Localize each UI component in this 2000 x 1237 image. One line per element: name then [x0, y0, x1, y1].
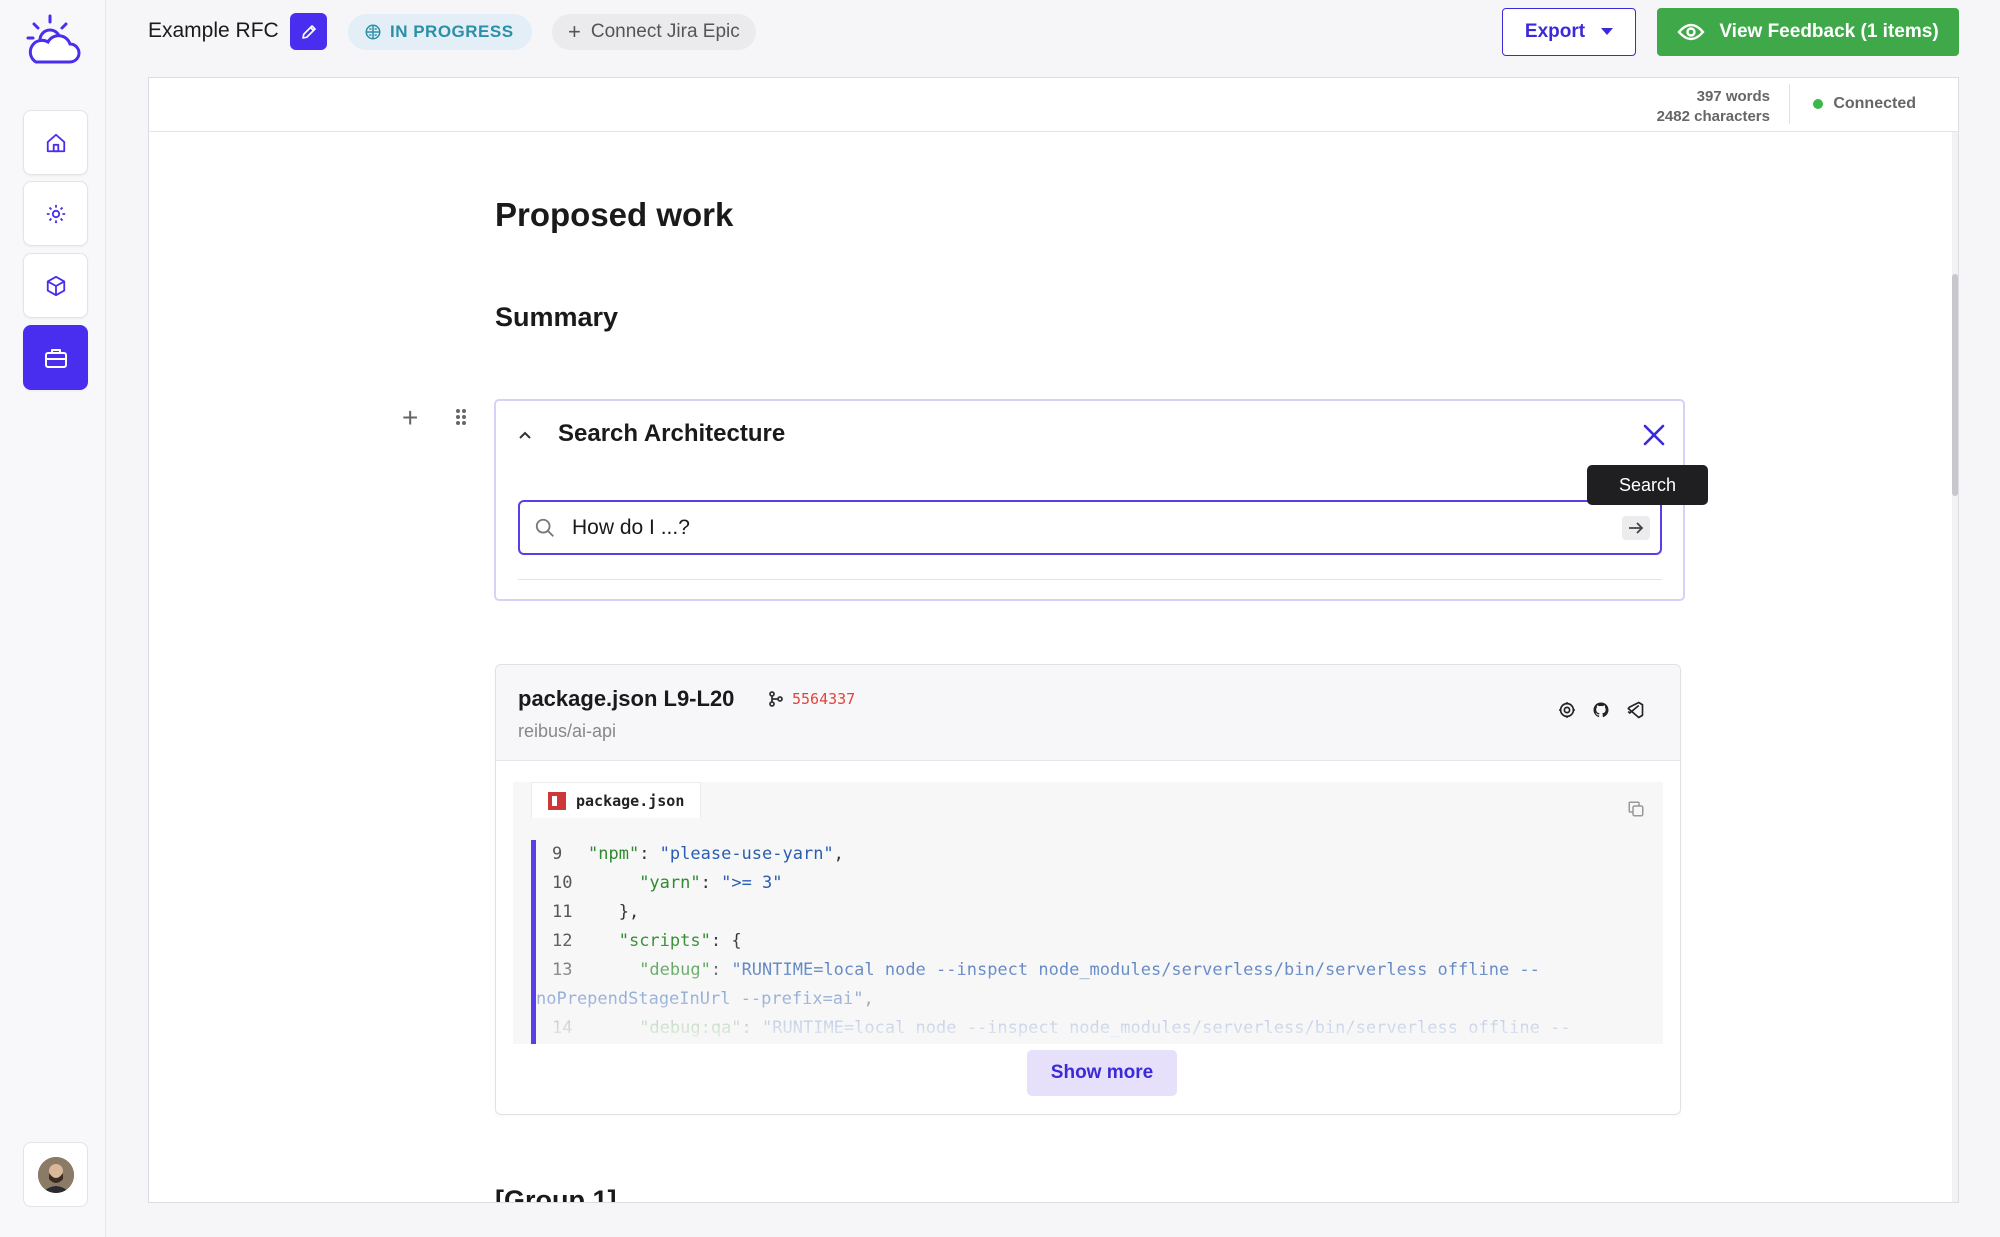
- words-count: 397 words: [1696, 88, 1770, 105]
- chevron-up-icon[interactable]: [518, 427, 532, 445]
- sidebar-item-packages[interactable]: [23, 253, 88, 318]
- sidebar-item-home[interactable]: [23, 110, 88, 175]
- settings-icon[interactable]: [1558, 701, 1576, 719]
- pencil-icon: [301, 24, 316, 39]
- connect-jira-label: Connect Jira Epic: [590, 21, 740, 42]
- heading-group: [Group 1]: [495, 1185, 617, 1203]
- sidebar-item-settings[interactable]: [23, 181, 88, 246]
- search-input-container[interactable]: [518, 500, 1662, 555]
- caret-down-icon: [1601, 28, 1614, 35]
- cube-icon: [46, 275, 65, 296]
- avatar: [37, 1156, 74, 1193]
- document-title: Example RFC: [148, 19, 279, 42]
- show-more-button[interactable]: Show more: [1027, 1050, 1177, 1096]
- code-line: 11 },: [552, 902, 640, 922]
- copy-icon[interactable]: [1627, 800, 1645, 823]
- export-button[interactable]: Export: [1502, 8, 1636, 56]
- arrow-right-icon: [1629, 522, 1644, 534]
- vscode-icon[interactable]: [1626, 701, 1644, 719]
- commit-hash[interactable]: 5564337: [792, 690, 855, 708]
- plus-icon: +: [568, 19, 581, 44]
- search-block-title: Search Architecture: [558, 420, 786, 447]
- briefcase-icon: [44, 348, 67, 368]
- stats-bar: 397 words 2482 characters Connected: [149, 78, 1958, 132]
- search-architecture-block: Search Architecture: [494, 399, 1685, 601]
- add-block-icon[interactable]: +: [402, 404, 418, 432]
- search-tooltip: Search: [1587, 465, 1708, 505]
- edit-title-button[interactable]: [290, 13, 327, 50]
- user-menu-button[interactable]: [23, 1142, 88, 1207]
- drag-handle-icon[interactable]: [455, 408, 467, 431]
- home-icon: [46, 133, 65, 152]
- connection-status: Connected: [1813, 95, 1916, 113]
- github-icon[interactable]: [1592, 701, 1610, 719]
- close-icon[interactable]: [1642, 423, 1666, 452]
- heading-proposed-work: Proposed work: [495, 196, 734, 233]
- document-editor[interactable]: 397 words 2482 characters Connected Prop…: [148, 77, 1959, 1203]
- file-name: package.json: [576, 791, 685, 810]
- code-snippet-header: package.json L9-L20 5564337 reibus/ai-ap…: [496, 665, 1680, 761]
- repository-name: reibus/ai-api: [518, 721, 617, 741]
- brain-icon: [365, 24, 381, 40]
- heading-summary: Summary: [495, 302, 619, 332]
- divider: [518, 579, 1662, 580]
- search-input[interactable]: [572, 513, 1572, 543]
- characters-count: 2482 characters: [1656, 108, 1770, 125]
- code-fade-overlay: [536, 934, 1645, 1044]
- export-label: Export: [1524, 21, 1586, 42]
- search-icon: [534, 517, 556, 544]
- status-dot-icon: [1813, 99, 1824, 109]
- connection-label: Connected: [1833, 95, 1916, 112]
- sun-cloud-logo-icon[interactable]: [24, 12, 82, 68]
- submit-search-button[interactable]: [1622, 516, 1650, 540]
- code-block: 9 "npm": "please-use-yarn", 10 "yarn": ">…: [531, 840, 1645, 1044]
- word-count: 397 words 2482 characters: [1657, 87, 1770, 127]
- view-feedback-label: View Feedback (1 items): [1719, 21, 1939, 42]
- status-label: IN PROGRESS: [390, 22, 514, 41]
- code-line: 10 "yarn": ">= 3": [552, 873, 783, 893]
- view-feedback-button[interactable]: View Feedback (1 items): [1657, 8, 1959, 56]
- divider: [1789, 84, 1790, 124]
- snippet-title: package.json L9-L20: [518, 686, 735, 711]
- status-badge[interactable]: IN PROGRESS: [348, 14, 532, 50]
- code-snippet-card: package.json L9-L20 5564337 reibus/ai-ap…: [495, 664, 1681, 1115]
- connect-jira-button[interactable]: + Connect Jira Epic: [552, 14, 756, 50]
- git-commit-icon: [768, 691, 784, 712]
- npm-icon: [548, 791, 566, 810]
- snippet-actions: [1558, 701, 1644, 719]
- gear-icon: [46, 204, 65, 223]
- code-viewer: package.json 9 "npm": "please-use-yarn", …: [513, 782, 1663, 1044]
- sidebar: [0, 0, 106, 1237]
- code-line: 9 "npm": "please-use-yarn",: [552, 844, 844, 864]
- scrollbar-thumb[interactable]: [1952, 274, 1958, 496]
- sidebar-item-projects[interactable]: [23, 325, 88, 390]
- file-tab[interactable]: package.json: [531, 782, 702, 818]
- eye-icon: [1677, 23, 1705, 41]
